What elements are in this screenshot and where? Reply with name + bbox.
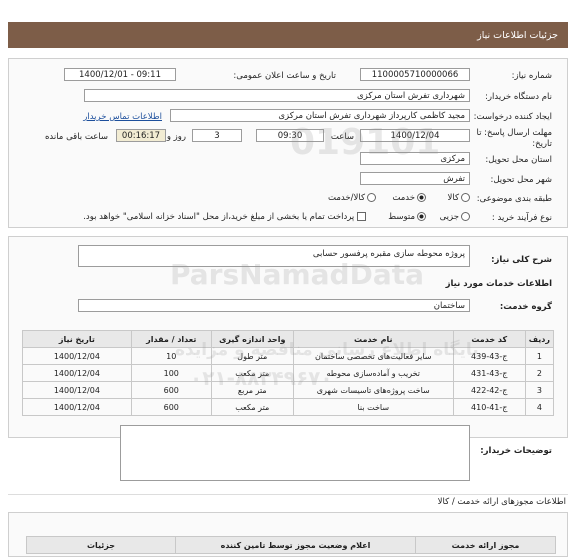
services-title: اطلاعات خدمات مورد نیاز xyxy=(445,279,552,289)
cat-both-text: کالا/خدمت xyxy=(328,193,365,203)
panel-header: جزئیات اطلاعات نیاز xyxy=(8,22,568,48)
deadline-date-label: تاریخ: xyxy=(532,139,552,149)
cell-qty: 600 xyxy=(130,398,212,416)
cell-row: 3 xyxy=(524,381,555,399)
province-label: استان محل تحویل: xyxy=(485,155,552,165)
attachments-table: مجوز ارائه خدمت اعلام وضعیت مجوز توسط تا… xyxy=(26,536,556,554)
remaining-label: ساعت باقی مانده xyxy=(44,132,108,142)
proc-small-option[interactable]: جزیی xyxy=(440,212,470,222)
table-header-row: ردیف کد خدمت نام خدمت واحد اندازه گیری ت… xyxy=(22,330,555,348)
proc-small-radio[interactable] xyxy=(461,212,470,221)
col-details: جزئیات xyxy=(26,536,176,554)
cell-qty: 10 xyxy=(130,347,212,365)
remaining-time-field: 00:16:17 xyxy=(116,129,166,142)
col-unit: واحد اندازه گیری xyxy=(210,330,294,348)
deadline-label: مهلت ارسال پاسخ: تا xyxy=(476,128,552,138)
cell-unit: متر مکعب xyxy=(210,364,294,382)
col-date: تاریخ نیاز xyxy=(22,330,132,348)
cell-code: ج-43-431 xyxy=(452,364,526,382)
table-row: 1 ج-43-439 سایر فعالیت‌های تخصصی ساختمان مت… xyxy=(22,347,555,365)
cat-service-text: خدمت xyxy=(392,193,415,203)
cat-goods-radio[interactable] xyxy=(461,193,470,202)
cell-row: 2 xyxy=(524,364,555,382)
cat-service-radio[interactable] xyxy=(417,193,426,202)
days-label: روز و xyxy=(166,132,186,142)
cell-name: ساخت پروژه‌های تاسیسات شهری xyxy=(292,381,454,399)
cell-unit: متر طول xyxy=(210,347,294,365)
cell-date: 1400/12/04 xyxy=(22,364,132,382)
cell-date: 1400/12/04 xyxy=(22,398,132,416)
summary-label: شرح کلی نیاز: xyxy=(491,255,552,265)
proc-medium-option[interactable]: متوسط xyxy=(388,212,426,222)
divider xyxy=(8,494,568,495)
attachments-title: اطلاعات مجوزهای ارائه خدمت / کالا xyxy=(437,497,566,507)
cell-qty: 100 xyxy=(130,364,212,382)
cell-unit: متر مکعب xyxy=(210,398,294,416)
col-name: نام خدمت xyxy=(292,330,454,348)
buyer-notes-label: توضیحات خریدار: xyxy=(480,446,552,456)
services-table: ردیف کد خدمت نام خدمت واحد اندازه گیری ت… xyxy=(22,330,555,416)
cat-service-option[interactable]: خدمت xyxy=(392,193,426,203)
cell-name: تخریب و آماده‌سازی محوطه xyxy=(292,364,454,382)
col-qty: تعداد / مقدار xyxy=(130,330,212,348)
cell-code: ج-41-410 xyxy=(452,398,526,416)
group-field: ساختمان xyxy=(78,299,470,312)
cell-code: ج-42-422 xyxy=(452,381,526,399)
col-permit: مجوز ارائه خدمت xyxy=(415,536,556,554)
announce-field: 1400/12/01 - 09:11 xyxy=(64,68,176,81)
panel-title: جزئیات اطلاعات نیاز xyxy=(477,30,558,41)
cell-row: 4 xyxy=(524,398,555,416)
summary-field: پروژه محوطه سازی مقبره پرفسور حسابی xyxy=(78,245,470,267)
proc-medium-text: متوسط xyxy=(388,212,415,222)
group-label: گروه خدمت: xyxy=(499,302,552,312)
cell-name: سایر فعالیت‌های تخصصی ساختمان xyxy=(292,347,454,365)
cell-unit: متر مربع xyxy=(210,381,294,399)
cell-name: ساخت بنا xyxy=(292,398,454,416)
cat-both-radio[interactable] xyxy=(367,193,376,202)
buyer-notes-field xyxy=(120,425,470,481)
col-row: ردیف xyxy=(524,330,555,348)
time-label: ساعت xyxy=(330,132,354,142)
creator-field: مجید کاظمی کارپرداز شهرداری تفرش استان م… xyxy=(170,109,470,122)
cat-goods-option[interactable]: کالا xyxy=(448,193,470,203)
treasury-text: پرداخت تمام یا بخشی از مبلغ خرید،از محل … xyxy=(83,212,355,222)
days-field: 3 xyxy=(192,129,242,142)
contact-link[interactable]: اطلاعات تماس خریدار xyxy=(83,112,162,122)
deadline-date-field: 1400/12/04 xyxy=(360,129,470,142)
cell-date: 1400/12/04 xyxy=(22,347,132,365)
table-row: 4 ج-41-410 ساخت بنا متر مکعب 600 1400/12/04 xyxy=(22,398,555,416)
cat-goods-text: کالا xyxy=(447,193,459,203)
creator-label: ایجاد کننده درخواست: xyxy=(473,112,552,122)
table-row: 3 ج-42-422 ساخت پروژه‌های تاسیسات شهری متر … xyxy=(22,381,555,399)
need-number-field: 1100005710000066 xyxy=(360,68,470,81)
table-row: 2 ج-43-431 تخریب و آماده‌سازی محوطه متر مکع… xyxy=(22,364,555,382)
buyer-org-field: شهرداری تفرش استان مرکزی xyxy=(84,89,470,102)
announce-label: تاریخ و ساعت اعلان عمومی: xyxy=(233,71,336,81)
category-label: طبقه بندی موضوعی: xyxy=(476,194,552,204)
deadline-time-field: 09:30 xyxy=(256,129,324,142)
proc-medium-radio[interactable] xyxy=(417,212,426,221)
col-code: کد خدمت xyxy=(452,330,526,348)
col-permit-status: اعلام وضعیت مجوز توسط تامین کننده xyxy=(175,536,416,554)
process-label: نوع فرآیند خرید : xyxy=(491,213,552,223)
attachments-header-row: مجوز ارائه خدمت اعلام وضعیت مجوز توسط تا… xyxy=(26,536,556,554)
cell-code: ج-43-439 xyxy=(452,347,526,365)
need-number-label: شماره نیاز: xyxy=(511,71,552,81)
cell-qty: 600 xyxy=(130,381,212,399)
province-field: مرکزی xyxy=(360,152,470,165)
cell-row: 1 xyxy=(524,347,555,365)
proc-small-text: جزیی xyxy=(439,212,459,222)
treasury-checkbox[interactable] xyxy=(357,212,366,221)
cat-both-option[interactable]: کالا/خدمت xyxy=(328,193,376,203)
city-label: شهر محل تحویل: xyxy=(490,175,552,185)
buyer-org-label: نام دستگاه خریدار: xyxy=(485,92,552,102)
city-field: تفرش xyxy=(360,172,470,185)
cell-date: 1400/12/04 xyxy=(22,381,132,399)
treasury-option[interactable]: پرداخت تمام یا بخشی از مبلغ خرید،از محل … xyxy=(83,212,366,222)
